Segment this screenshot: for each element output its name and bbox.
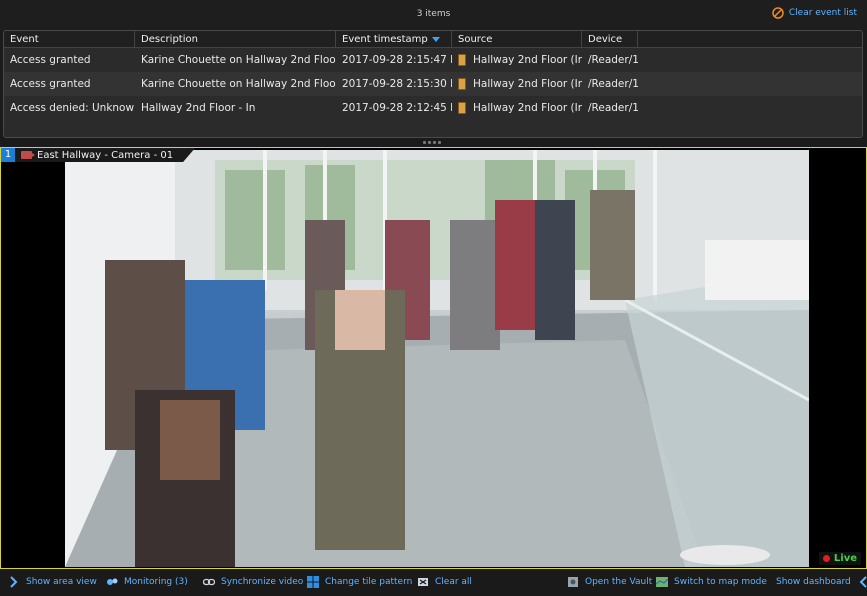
camera-icon [21,151,32,159]
link-icon [203,578,215,586]
device-cell: /Reader/1 [588,54,638,66]
item-count: 3 items [416,9,451,19]
description-cell: Karine Chouette on Hallway 2nd Floor - I… [141,54,336,66]
change-tile-pattern-button[interactable]: Change tile pattern [307,576,412,588]
description-cell: Hallway 2nd Floor - In [141,102,256,114]
event-table: Event Description Event timestamp Source… [3,30,863,138]
video-feed[interactable] [65,150,809,567]
vault-icon [568,577,578,587]
clear-event-list-label: Clear event list [788,8,857,18]
tile-title-bar[interactable]: East Hallway - Camera - 01 [15,148,195,162]
table-row[interactable]: Access granted Karine Chouette on Hallwa… [4,72,862,96]
synchronize-video-button[interactable]: Synchronize video [203,576,303,588]
event-cell: Access granted [10,78,91,90]
chevron-left-icon [859,576,867,588]
door-icon [458,102,466,114]
tile-number: 1 [1,148,15,162]
column-header-event[interactable]: Event [4,31,135,47]
table-header: Event Description Event timestamp Source… [4,31,862,48]
show-area-view-button[interactable]: Show area view [8,576,97,588]
grid-icon [307,576,319,588]
device-cell: /Reader/1 [588,78,638,90]
monitoring-button[interactable]: Monitoring (3) [106,576,188,588]
event-list-header: 3 items Clear event list [0,0,867,30]
bottom-toolbar: Show area view Monitoring (3) Synchroniz… [0,569,867,596]
monitoring-icon [107,578,118,585]
switch-map-mode-button[interactable]: Switch to map mode [656,576,767,588]
clear-icon [772,7,784,19]
timestamp-cell: 2017-09-28 2:15:47 PM [342,54,452,66]
description-cell: Karine Chouette on Hallway 2nd Floor - I… [141,78,336,90]
event-cell: Access granted [10,54,91,66]
column-header-source[interactable]: Source [452,31,582,47]
source-cell: Hallway 2nd Floor (In) [452,72,582,96]
timestamp-cell: 2017-09-28 2:12:45 PM [342,102,452,114]
camera-tile[interactable]: 1 East Hallway - Camera - 01 Live [0,147,867,569]
show-dashboard-button[interactable]: Show dashboard [776,576,867,588]
hallway-scene [65,150,809,567]
chevron-right-icon [10,576,18,588]
column-header-device[interactable]: Device [582,31,638,47]
clear-event-list-button[interactable]: Clear event list [772,7,857,19]
map-icon [656,577,668,587]
live-indicator: Live [818,552,861,565]
column-header-timestamp[interactable]: Event timestamp [336,31,452,47]
open-vault-button[interactable]: Open the Vault [567,576,652,588]
door-icon [458,78,466,90]
column-header-description[interactable]: Description [135,31,336,47]
sort-descending-icon [431,36,440,42]
event-cell: Access denied: Unknown... [10,102,135,114]
door-icon [458,54,466,66]
device-cell: /Reader/1 [588,102,638,114]
timestamp-cell: 2017-09-28 2:15:30 PM [342,78,452,90]
clear-all-button[interactable]: Clear all [417,576,472,588]
pane-splitter-handle[interactable] [423,141,441,144]
table-row[interactable]: Access denied: Unknown... Hallway 2nd Fl… [4,96,862,120]
source-cell: Hallway 2nd Floor (In) [452,96,582,120]
table-row[interactable]: Access granted Karine Chouette on Hallwa… [4,48,862,72]
clear-tiles-icon [418,578,428,586]
camera-name: East Hallway - Camera - 01 [37,149,174,161]
source-cell: Hallway 2nd Floor (In) [452,48,582,72]
record-dot-icon [822,555,830,562]
